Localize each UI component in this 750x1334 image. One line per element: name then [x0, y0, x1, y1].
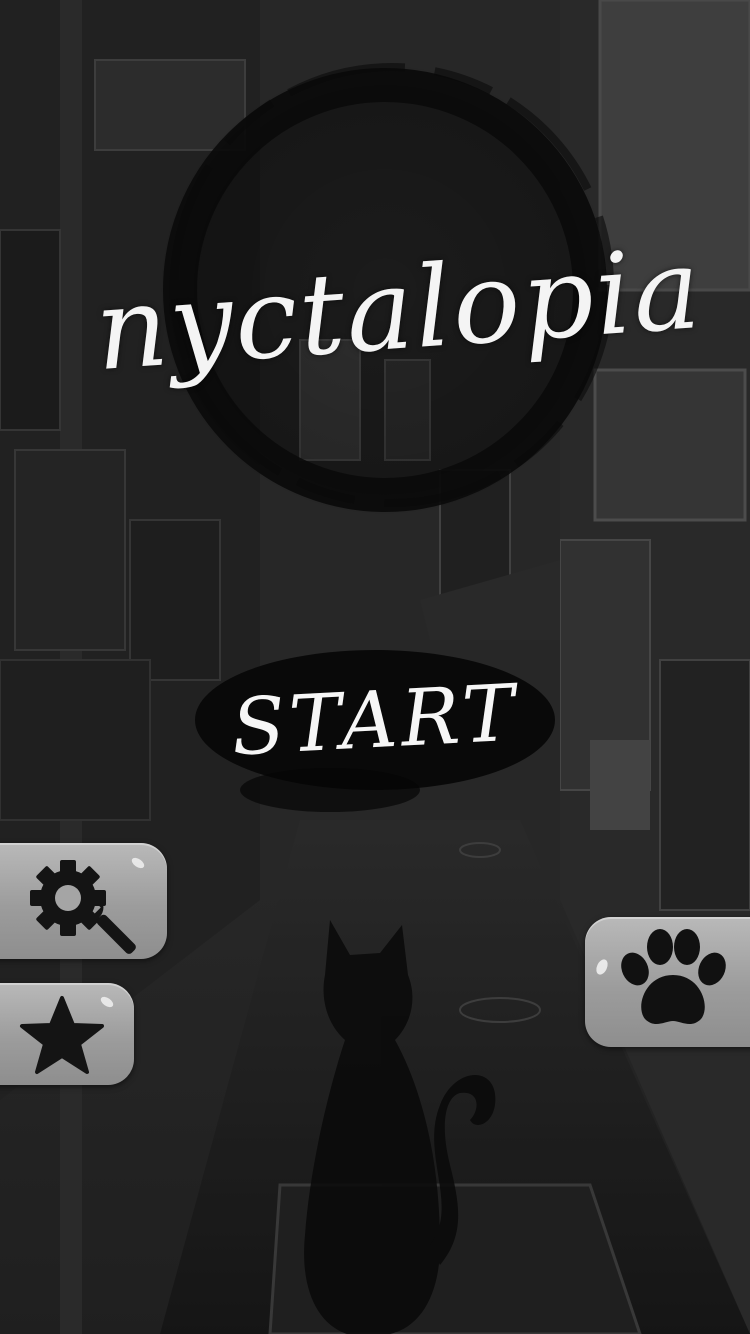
favorites-button[interactable] [0, 983, 134, 1085]
title-screen: nyctalopia START [0, 0, 750, 1334]
settings-button[interactable] [0, 843, 167, 959]
cat-silhouette [304, 920, 496, 1334]
star-icon [20, 996, 114, 1074]
pets-button[interactable] [585, 917, 750, 1047]
start-label: START [229, 668, 521, 774]
paw-icon [596, 929, 726, 1025]
start-button[interactable]: START [190, 640, 560, 810]
gear-wrench-icon [30, 857, 145, 954]
